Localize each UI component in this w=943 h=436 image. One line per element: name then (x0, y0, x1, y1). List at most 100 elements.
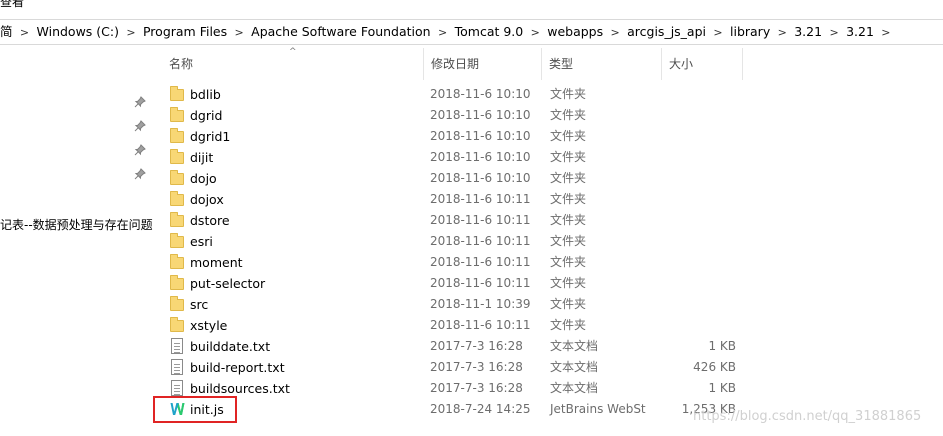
file-name[interactable]: dgrid (190, 105, 222, 126)
address-bar[interactable]: 简 > Windows (C:) > Program Files > Apach… (0, 19, 943, 45)
folder-icon (170, 275, 186, 291)
file-type: JetBrains WebSt (550, 402, 646, 416)
file-row[interactable]: dijit 2018-11-6 10:10 文件夹 (153, 147, 753, 168)
watermark-text: https://blog.csdn.net/qq_31881865 (693, 409, 922, 424)
chevron-right-icon[interactable]: > (17, 20, 33, 44)
window-title-bar: 查看 (0, 0, 943, 12)
breadcrumb-item-program-files[interactable]: Program Files (139, 20, 231, 44)
file-row[interactable]: init.js 2018-7-24 14:25 JetBrains WebSt 1,2… (153, 399, 753, 420)
navigation-pane: 记表--数据预处理与存在问题 (0, 46, 153, 436)
breadcrumb-item-tomcat[interactable]: Tomcat 9.0 (451, 20, 528, 44)
pin-icon[interactable] (134, 144, 146, 156)
chevron-right-icon[interactable]: > (527, 20, 543, 44)
file-row[interactable]: dojox 2018-11-6 10:11 文件夹 (153, 189, 753, 210)
file-row[interactable]: builddate.txt 2017-7-3 16:28 文本文档 1 KB (153, 336, 753, 357)
folder-icon (170, 86, 186, 102)
file-name[interactable]: src (190, 294, 208, 315)
file-row[interactable]: bdlib 2018-11-6 10:10 文件夹 (153, 84, 753, 105)
file-name[interactable]: build-report.txt (190, 357, 285, 378)
file-name[interactable]: put-selector (190, 273, 265, 294)
folder-icon (170, 128, 186, 144)
file-date-modified: 2018-11-1 10:39 (430, 297, 531, 311)
file-date-modified: 2018-11-6 10:11 (430, 318, 531, 332)
chevron-right-icon[interactable]: > (435, 20, 451, 44)
file-type: 文件夹 (550, 108, 587, 122)
window-title-fragment: 查看 (0, 0, 25, 9)
chevron-right-icon[interactable]: > (710, 20, 726, 44)
file-type: 文件夹 (550, 87, 587, 101)
chevron-right-icon[interactable]: > (878, 20, 894, 44)
file-name[interactable]: builddate.txt (190, 336, 270, 357)
file-type: 文件夹 (550, 297, 587, 311)
file-type: 文件夹 (550, 213, 587, 227)
breadcrumb-item-windows-c[interactable]: Windows (C:) (33, 20, 123, 44)
column-divider[interactable] (742, 48, 743, 80)
file-name[interactable]: esri (190, 231, 213, 252)
text-file-icon (170, 380, 186, 396)
file-type: 文本文档 (550, 339, 599, 353)
file-row[interactable]: buildsources.txt 2017-7-3 16:28 文本文档 1 KB (153, 378, 753, 399)
chevron-right-icon[interactable]: > (774, 20, 790, 44)
file-name[interactable]: dojo (190, 168, 217, 189)
file-date-modified: 2017-7-3 16:28 (430, 381, 523, 395)
pin-icon[interactable] (134, 120, 146, 132)
chevron-right-icon[interactable]: > (123, 20, 139, 44)
chevron-right-icon[interactable]: > (826, 20, 842, 44)
file-date-modified: 2017-7-3 16:28 (430, 360, 523, 374)
file-size: 1 KB (708, 339, 736, 353)
file-size: 1 KB (708, 381, 736, 395)
file-name[interactable]: moment (190, 252, 243, 273)
file-date-modified: 2018-11-6 10:10 (430, 108, 531, 122)
breadcrumb: 简 > Windows (C:) > Program Files > Apach… (0, 20, 894, 44)
file-date-modified: 2018-11-6 10:10 (430, 171, 531, 185)
file-name[interactable]: bdlib (190, 84, 221, 105)
file-row[interactable]: build-report.txt 2017-7-3 16:28 文本文档 426 KB (153, 357, 753, 378)
folder-icon (170, 170, 186, 186)
file-row[interactable]: moment 2018-11-6 10:11 文件夹 (153, 252, 753, 273)
file-date-modified: 2018-11-6 10:10 (430, 129, 531, 143)
folder-icon (170, 191, 186, 207)
pin-icon[interactable] (134, 168, 146, 180)
file-row[interactable]: dgrid 2018-11-6 10:10 文件夹 (153, 105, 753, 126)
file-name[interactable]: xstyle (190, 315, 227, 336)
column-header-name[interactable]: 名称 (153, 48, 423, 80)
file-row[interactable]: put-selector 2018-11-6 10:11 文件夹 (153, 273, 753, 294)
file-row[interactable]: xstyle 2018-11-6 10:11 文件夹 (153, 315, 753, 336)
folder-icon (170, 296, 186, 312)
file-row[interactable]: dstore 2018-11-6 10:11 文件夹 (153, 210, 753, 231)
breadcrumb-item-3-21-current[interactable]: 3.21 (842, 20, 878, 44)
chevron-right-icon[interactable]: > (231, 20, 247, 44)
file-type: 文件夹 (550, 318, 587, 332)
file-type: 文件夹 (550, 255, 587, 269)
file-name[interactable]: dgrid1 (190, 126, 230, 147)
breadcrumb-item-arcgis[interactable]: arcgis_js_api (623, 20, 710, 44)
file-row[interactable]: src 2018-11-1 10:39 文件夹 (153, 294, 753, 315)
breadcrumb-item-3-21[interactable]: 3.21 (790, 20, 826, 44)
file-date-modified: 2018-11-6 10:11 (430, 213, 531, 227)
file-type: 文本文档 (550, 360, 599, 374)
column-header-type[interactable]: 类型 (533, 48, 651, 80)
file-name[interactable]: dijit (190, 147, 213, 168)
file-name[interactable]: dstore (190, 210, 230, 231)
file-size: 426 KB (693, 360, 736, 374)
file-row[interactable]: dgrid1 2018-11-6 10:10 文件夹 (153, 126, 753, 147)
breadcrumb-item-webapps[interactable]: webapps (543, 20, 607, 44)
pin-icon[interactable] (134, 96, 146, 108)
file-date-modified: 2018-11-6 10:11 (430, 255, 531, 269)
file-type: 文件夹 (550, 276, 587, 290)
file-row[interactable]: esri 2018-11-6 10:11 文件夹 (153, 231, 753, 252)
column-header-date-modified[interactable]: 修改日期 (415, 48, 543, 80)
breadcrumb-item[interactable]: 简 (0, 20, 17, 44)
chevron-right-icon[interactable]: > (607, 20, 623, 44)
breadcrumb-item-library[interactable]: library (726, 20, 774, 44)
folder-icon (170, 107, 186, 123)
file-row[interactable]: dojo 2018-11-6 10:10 文件夹 (153, 168, 753, 189)
nav-item-partial[interactable]: 记表--数据预处理与存在问题 (0, 216, 153, 233)
file-type: 文件夹 (550, 234, 587, 248)
column-header-size[interactable]: 大小 (653, 48, 745, 80)
file-date-modified: 2018-11-6 10:11 (430, 192, 531, 206)
file-date-modified: 2018-11-6 10:11 (430, 234, 531, 248)
file-name[interactable]: dojox (190, 189, 224, 210)
column-headers: ^ 名称 修改日期 类型 大小 (153, 47, 753, 80)
breadcrumb-item-apache[interactable]: Apache Software Foundation (247, 20, 434, 44)
